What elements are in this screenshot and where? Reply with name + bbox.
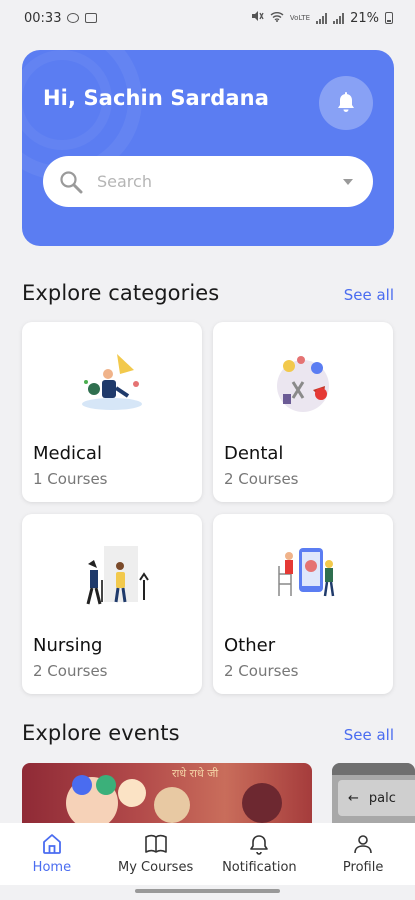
category-name: Nursing xyxy=(33,635,103,656)
category-name: Dental xyxy=(224,443,284,464)
category-name: Other xyxy=(224,635,276,656)
other-illustration-icon xyxy=(278,548,335,597)
search-icon xyxy=(60,170,83,193)
status-bar: 00:33 VoLTE 21% xyxy=(0,0,415,36)
category-count: 2 Courses xyxy=(224,470,299,488)
chevron-down-icon[interactable] xyxy=(343,178,353,185)
battery-text: 21% xyxy=(350,10,379,26)
bell-icon xyxy=(250,835,269,855)
user-icon xyxy=(354,835,372,854)
category-card-nursing[interactable]: Nursing 2 Courses xyxy=(22,514,202,694)
event-card-secondary[interactable]: ← palc xyxy=(332,763,415,823)
event-preview-bar: ← palc xyxy=(338,780,415,816)
nav-profile[interactable]: Profile xyxy=(311,823,415,885)
categories-see-all-link[interactable]: See all xyxy=(344,286,394,304)
nav-label: Home xyxy=(32,860,72,875)
nav-label: Profile xyxy=(342,860,384,875)
category-count: 1 Courses xyxy=(33,470,108,488)
events-title: Explore events xyxy=(22,721,180,745)
bottom-navigation: Home My Courses Notification Profile xyxy=(0,823,415,885)
greeting-text: Hi, Sachin Sardana xyxy=(43,86,269,110)
event-image xyxy=(66,775,282,823)
home-indicator[interactable] xyxy=(135,889,280,893)
medical-illustration-icon xyxy=(82,354,142,410)
book-icon xyxy=(144,834,167,853)
header-card: Hi, Sachin Sardana xyxy=(22,50,394,246)
nursing-illustration-icon xyxy=(86,546,149,605)
gallery-icon xyxy=(85,13,98,23)
whatsapp-icon xyxy=(67,13,80,23)
category-card-other[interactable]: Other 2 Courses xyxy=(213,514,393,694)
dental-illustration-icon xyxy=(277,356,329,412)
category-name: Medical xyxy=(33,443,102,464)
nav-label: My Courses xyxy=(118,860,194,875)
bell-icon xyxy=(338,92,354,112)
event-card[interactable]: राधे राधे जी xyxy=(22,763,312,823)
signal-icon-2 xyxy=(333,12,345,24)
category-card-medical[interactable]: Medical 1 Courses xyxy=(22,322,202,502)
category-count: 2 Courses xyxy=(33,662,108,680)
category-card-dental[interactable]: Dental 2 Courses xyxy=(213,322,393,502)
event-image-header xyxy=(332,763,415,775)
notification-button[interactable] xyxy=(319,76,373,130)
signal-icon xyxy=(316,12,328,24)
wifi-icon xyxy=(270,11,284,26)
home-icon xyxy=(42,834,61,854)
nav-my-courses[interactable]: My Courses xyxy=(104,823,208,885)
arrow-left-icon: ← xyxy=(348,790,359,806)
events-see-all-link[interactable]: See all xyxy=(344,726,394,744)
search-bar[interactable] xyxy=(43,156,373,207)
status-right: VoLTE 21% xyxy=(251,10,393,26)
status-left: 00:33 xyxy=(24,10,98,26)
mute-icon xyxy=(251,10,264,26)
event-caption: राधे राधे जी xyxy=(172,767,219,780)
nav-label: Notification xyxy=(222,860,297,875)
categories-title: Explore categories xyxy=(22,281,220,305)
nav-notification[interactable]: Notification xyxy=(208,823,312,885)
category-count: 2 Courses xyxy=(224,662,299,680)
search-input[interactable] xyxy=(97,172,343,191)
nav-home[interactable]: Home xyxy=(0,823,104,885)
event-caption: palc xyxy=(368,790,396,806)
battery-icon xyxy=(385,12,393,24)
status-time: 00:33 xyxy=(24,10,62,26)
volte-label: VoLTE xyxy=(289,14,311,22)
